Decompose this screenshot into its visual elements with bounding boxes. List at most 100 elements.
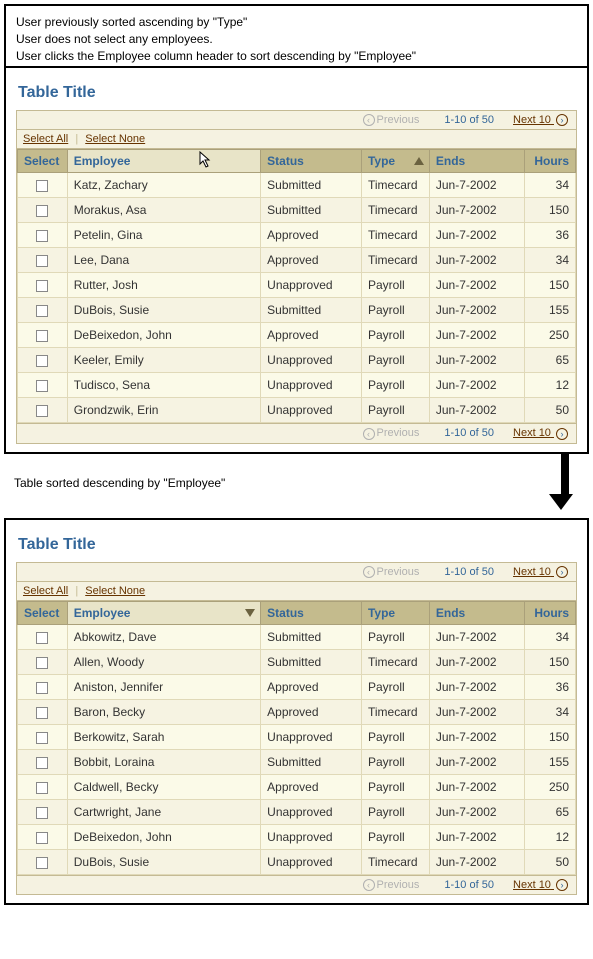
pager-bottom: ‹Previous 1-10 of 50 Next 10 › bbox=[17, 875, 576, 894]
table-row: Katz, ZacharySubmittedTimecardJun-7-2002… bbox=[18, 173, 576, 198]
row-select-cell[interactable] bbox=[18, 223, 68, 248]
select-none-link[interactable]: Select None bbox=[85, 133, 145, 145]
type-cell: Payroll bbox=[361, 624, 429, 649]
hours-cell: 12 bbox=[524, 824, 576, 849]
ends-cell: Jun-7-2002 bbox=[429, 799, 524, 824]
ends-cell: Jun-7-2002 bbox=[429, 323, 524, 348]
pager-next[interactable]: Next 10 › bbox=[513, 879, 570, 891]
checkbox[interactable] bbox=[36, 355, 48, 367]
select-all-link[interactable]: Select All bbox=[23, 585, 68, 597]
checkbox[interactable] bbox=[36, 255, 48, 267]
row-select-cell[interactable] bbox=[18, 849, 68, 874]
hours-cell: 50 bbox=[524, 849, 576, 874]
select-all-link[interactable]: Select All bbox=[23, 133, 68, 145]
row-select-cell[interactable] bbox=[18, 198, 68, 223]
row-select-cell[interactable] bbox=[18, 724, 68, 749]
pointer-cursor-icon bbox=[196, 152, 212, 172]
col-hours[interactable]: Hours bbox=[524, 150, 576, 173]
row-select-cell[interactable] bbox=[18, 674, 68, 699]
row-select-cell[interactable] bbox=[18, 774, 68, 799]
col-ends[interactable]: Ends bbox=[429, 601, 524, 624]
row-select-cell[interactable] bbox=[18, 699, 68, 724]
col-select[interactable]: Select bbox=[18, 601, 68, 624]
sort-descending-icon bbox=[245, 609, 255, 617]
hours-cell: 36 bbox=[524, 674, 576, 699]
row-select-cell[interactable] bbox=[18, 348, 68, 373]
row-select-cell[interactable] bbox=[18, 749, 68, 774]
hours-cell: 155 bbox=[524, 749, 576, 774]
row-select-cell[interactable] bbox=[18, 624, 68, 649]
select-toolbar: Select All | Select None bbox=[17, 582, 576, 601]
pager-next[interactable]: Next 10 › bbox=[513, 427, 570, 439]
table-row: Bobbit, LorainaSubmittedPayrollJun-7-200… bbox=[18, 749, 576, 774]
type-cell: Payroll bbox=[361, 724, 429, 749]
checkbox[interactable] bbox=[36, 330, 48, 342]
ends-cell: Jun-7-2002 bbox=[429, 699, 524, 724]
employee-cell: Rutter, Josh bbox=[67, 273, 260, 298]
col-select[interactable]: Select bbox=[18, 150, 68, 173]
hours-cell: 155 bbox=[524, 298, 576, 323]
pager-next[interactable]: Next 10 › bbox=[513, 566, 570, 578]
row-select-cell[interactable] bbox=[18, 799, 68, 824]
checkbox[interactable] bbox=[36, 280, 48, 292]
col-hours[interactable]: Hours bbox=[524, 601, 576, 624]
table-box: ‹Previous 1-10 of 50 Next 10 › Select Al… bbox=[16, 562, 577, 895]
select-none-link[interactable]: Select None bbox=[85, 585, 145, 597]
row-select-cell[interactable] bbox=[18, 649, 68, 674]
type-cell: Payroll bbox=[361, 398, 429, 423]
checkbox[interactable] bbox=[36, 180, 48, 192]
pager-next[interactable]: Next 10 › bbox=[513, 114, 570, 126]
checkbox[interactable] bbox=[36, 230, 48, 242]
checkbox[interactable] bbox=[36, 757, 48, 769]
checkbox[interactable] bbox=[36, 380, 48, 392]
checkbox[interactable] bbox=[36, 632, 48, 644]
checkbox[interactable] bbox=[36, 657, 48, 669]
col-status[interactable]: Status bbox=[261, 150, 362, 173]
hours-cell: 150 bbox=[524, 273, 576, 298]
row-select-cell[interactable] bbox=[18, 298, 68, 323]
checkbox[interactable] bbox=[36, 205, 48, 217]
checkbox[interactable] bbox=[36, 682, 48, 694]
checkbox[interactable] bbox=[36, 707, 48, 719]
col-employee[interactable]: Employee bbox=[67, 150, 260, 173]
table-header-row: Select Employee Status Type Ends Hours bbox=[18, 150, 576, 173]
col-status[interactable]: Status bbox=[261, 601, 362, 624]
hours-cell: 34 bbox=[524, 699, 576, 724]
row-select-cell[interactable] bbox=[18, 373, 68, 398]
hours-cell: 150 bbox=[524, 198, 576, 223]
transition-region: Table sorted descending by "Employee" bbox=[4, 454, 589, 514]
ends-cell: Jun-7-2002 bbox=[429, 849, 524, 874]
row-select-cell[interactable] bbox=[18, 824, 68, 849]
employee-table: Select Employee Status Type Ends Hours A… bbox=[17, 601, 576, 875]
status-cell: Unapproved bbox=[261, 849, 362, 874]
row-select-cell[interactable] bbox=[18, 323, 68, 348]
status-cell: Submitted bbox=[261, 298, 362, 323]
row-select-cell[interactable] bbox=[18, 398, 68, 423]
checkbox[interactable] bbox=[36, 782, 48, 794]
status-cell: Unapproved bbox=[261, 398, 362, 423]
row-select-cell[interactable] bbox=[18, 173, 68, 198]
checkbox[interactable] bbox=[36, 832, 48, 844]
table-row: Grondzwik, ErinUnapprovedPayrollJun-7-20… bbox=[18, 398, 576, 423]
hours-cell: 150 bbox=[524, 724, 576, 749]
type-cell: Timecard bbox=[361, 223, 429, 248]
checkbox[interactable] bbox=[36, 305, 48, 317]
table-row: Rutter, JoshUnapprovedPayrollJun-7-20021… bbox=[18, 273, 576, 298]
checkbox[interactable] bbox=[36, 405, 48, 417]
col-type[interactable]: Type bbox=[361, 601, 429, 624]
ends-cell: Jun-7-2002 bbox=[429, 173, 524, 198]
pager-bottom: ‹Previous 1-10 of 50 Next 10 › bbox=[17, 423, 576, 442]
hours-cell: 34 bbox=[524, 173, 576, 198]
col-employee[interactable]: Employee bbox=[67, 601, 260, 624]
checkbox[interactable] bbox=[36, 807, 48, 819]
annotation-line: User clicks the Employee column header t… bbox=[16, 48, 577, 65]
col-ends[interactable]: Ends bbox=[429, 150, 524, 173]
employee-cell: Tudisco, Sena bbox=[67, 373, 260, 398]
checkbox[interactable] bbox=[36, 732, 48, 744]
col-type[interactable]: Type bbox=[361, 150, 429, 173]
ends-cell: Jun-7-2002 bbox=[429, 223, 524, 248]
row-select-cell[interactable] bbox=[18, 273, 68, 298]
checkbox[interactable] bbox=[36, 857, 48, 869]
row-select-cell[interactable] bbox=[18, 248, 68, 273]
type-cell: Payroll bbox=[361, 749, 429, 774]
